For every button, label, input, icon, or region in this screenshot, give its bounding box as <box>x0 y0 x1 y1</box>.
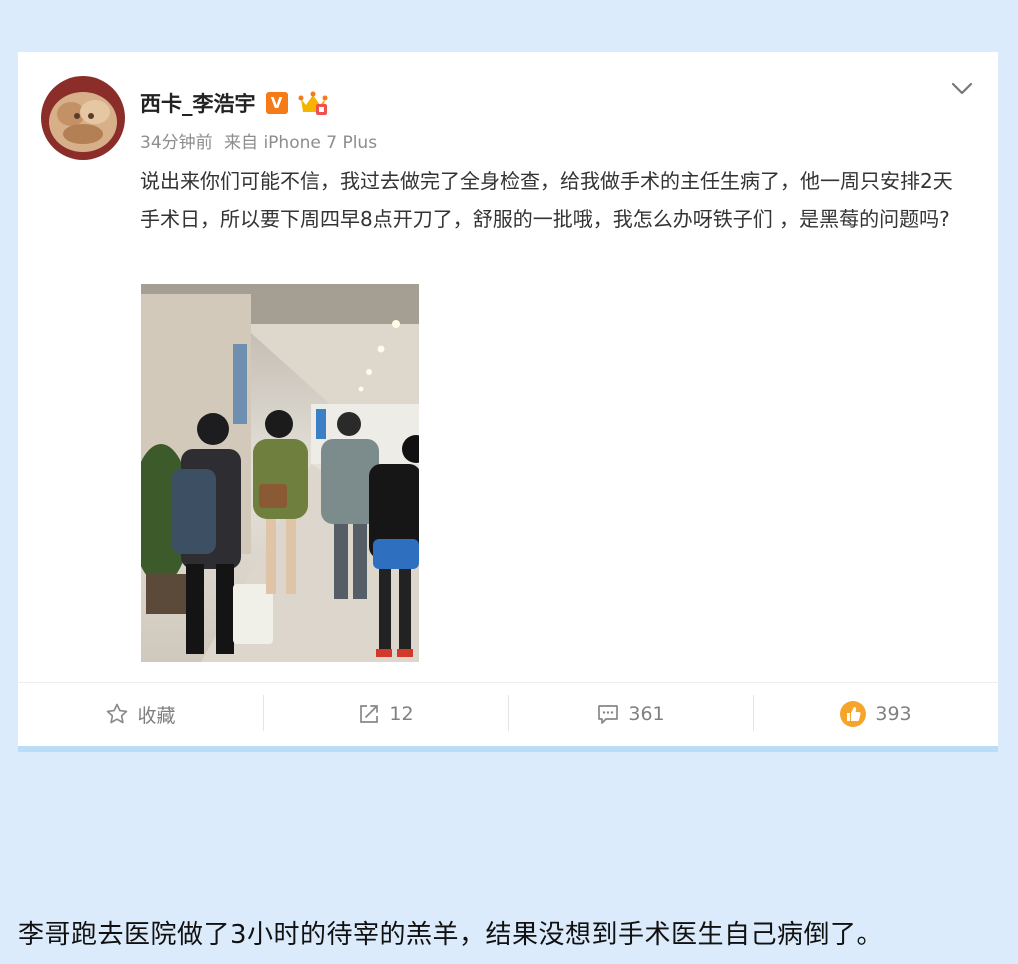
post-text: 说出来你们可能不信，我过去做完了全身检查，给我做手术的主任生病了，他一周只安排2… <box>140 169 953 231</box>
card-bottom-bar <box>18 746 998 752</box>
user-info-row: 西卡_李浩宇 V <box>140 88 328 118</box>
comment-icon <box>596 702 620 726</box>
repost-count: 12 <box>389 703 414 725</box>
post-source[interactable]: 来自 iPhone 7 Plus <box>224 133 377 153</box>
repost-icon <box>357 702 381 726</box>
favorite-button[interactable]: 收藏 <box>18 683 263 745</box>
chevron-down-icon[interactable] <box>950 76 974 100</box>
article-caption: 李哥跑去医院做了3小时的待宰的羔羊，结果没想到手术医生自己病倒了。 <box>18 920 884 950</box>
weibo-post-card: 西卡_李浩宇 V 34分钟前 来自 iPhone 7 Plus 说出来你们可能不… <box>18 52 998 752</box>
like-button[interactable]: 393 <box>753 683 998 745</box>
post-photo[interactable] <box>141 284 419 662</box>
star-icon <box>105 702 129 726</box>
vip-crown-icon[interactable] <box>298 90 328 116</box>
thumbs-up-icon <box>839 700 867 728</box>
repost-button[interactable]: 12 <box>263 683 508 745</box>
favorite-label: 收藏 <box>137 704 176 727</box>
action-bar: 收藏 12 361 393 <box>18 683 998 745</box>
avatar[interactable] <box>41 76 125 160</box>
username[interactable]: 西卡_李浩宇 <box>140 88 256 118</box>
post-time: 34分钟前 <box>140 133 213 153</box>
comment-button[interactable]: 361 <box>508 683 753 745</box>
post-meta: 34分钟前 来自 iPhone 7 Plus <box>140 128 377 153</box>
like-count: 393 <box>875 703 912 725</box>
comment-count: 361 <box>628 703 665 725</box>
verified-v-badge-icon[interactable]: V <box>265 92 288 114</box>
